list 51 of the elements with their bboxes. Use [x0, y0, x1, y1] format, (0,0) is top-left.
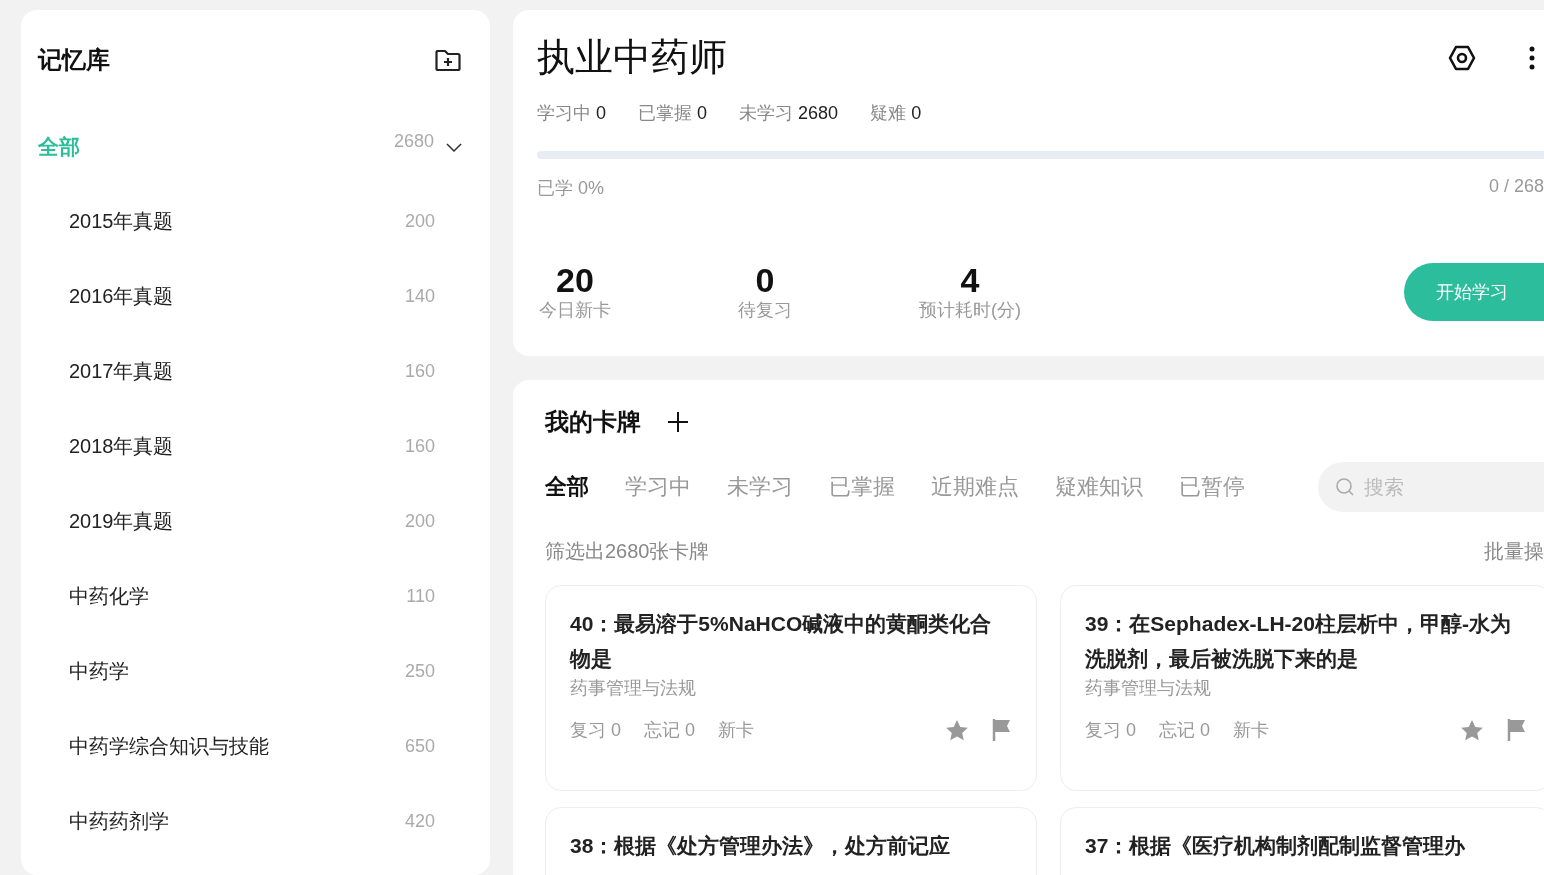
add-icon[interactable]	[667, 411, 689, 433]
summary-label: 今日新卡	[539, 299, 611, 322]
card-title: 39：在Sephadex-LH-20柱层析中，甲醇-水为洗脱剂，最后被洗脱下来的是	[1085, 611, 1511, 672]
summary-value: 4	[960, 262, 980, 298]
summary-value: 0	[755, 262, 775, 298]
forget-count: 忘记 0	[1159, 719, 1211, 742]
search-icon	[1335, 477, 1355, 497]
star-icon[interactable]	[945, 718, 969, 742]
sidebar-item[interactable]: 中药学综合知识与技能 650	[38, 709, 462, 784]
sidebar-item[interactable]: 2017年真题 160	[38, 334, 462, 409]
sidebar-item[interactable]: 中药药剂学 420	[38, 784, 462, 859]
flag-icon[interactable]	[992, 718, 1012, 742]
summary-label: 预计耗时(分)	[919, 299, 1021, 322]
sidebar-item[interactable]: 2015年真题 200	[38, 184, 462, 259]
stat-text: 疑难 0	[870, 102, 922, 125]
sidebar-item[interactable]: 2019年真题 200	[38, 484, 462, 559]
card-title: 37：根据《医疗机构制剂配制监督管理办	[1085, 833, 1467, 859]
more-icon[interactable]	[1529, 45, 1535, 70]
stat-text: 已掌握 0	[638, 102, 708, 125]
stat-text: 未学习 2680	[739, 102, 839, 125]
card-category: 药事管理与法规	[570, 677, 697, 700]
settings-icon[interactable]	[1448, 43, 1476, 72]
card-status: 新卡	[718, 719, 755, 742]
forget-count: 忘记 0	[644, 719, 696, 742]
progress-label: 已学 0%	[537, 177, 605, 200]
flag-icon[interactable]	[1507, 718, 1527, 742]
flashcard[interactable]: 38：根据《处方管理办法》，处方前记应	[545, 807, 1037, 875]
review-count: 复习 0	[1085, 719, 1136, 742]
sidebar-item[interactable]: 中药化学 110	[38, 559, 462, 634]
add-folder-icon[interactable]	[434, 47, 462, 73]
sidebar-item[interactable]: 中药学 250	[38, 634, 462, 709]
summary-label: 待复习	[738, 299, 792, 322]
sidebar-item[interactable]: 2018年真题 160	[38, 409, 462, 484]
sidebar-item[interactable]: 2016年真题 140	[38, 259, 462, 334]
flashcard[interactable]: 40：最易溶于5%NaHCO碱液中的黄酮类化合物是 药事管理与法规 复习 0 忘记 0 新卡	[545, 585, 1037, 791]
sidebar-title: 记忆库	[38, 45, 110, 75]
deck-title: 执业中药师	[537, 35, 727, 80]
card-title: 40：最易溶于5%NaHCO碱液中的黄酮类化合物是	[570, 611, 993, 672]
section-title: 我的卡牌	[545, 407, 641, 437]
card-status: 新卡	[1233, 719, 1270, 742]
card-category: 药事管理与法规	[1085, 677, 1212, 700]
review-count: 复习 0	[570, 719, 621, 742]
filter-count: 筛选出2680张卡牌	[545, 539, 710, 564]
filter-tab[interactable]: 全部	[545, 472, 589, 502]
batch-link[interactable]: 批量操	[1484, 538, 1544, 565]
progress-count: 0 / 268	[1488, 176, 1544, 198]
chevron-down-icon[interactable]	[446, 142, 462, 152]
star-icon[interactable]	[1460, 718, 1484, 742]
card-title: 38：根据《处方管理办法》，处方前记应	[570, 833, 952, 859]
stat-text: 学习中 0	[537, 102, 607, 125]
summary-value: 20	[556, 262, 594, 298]
